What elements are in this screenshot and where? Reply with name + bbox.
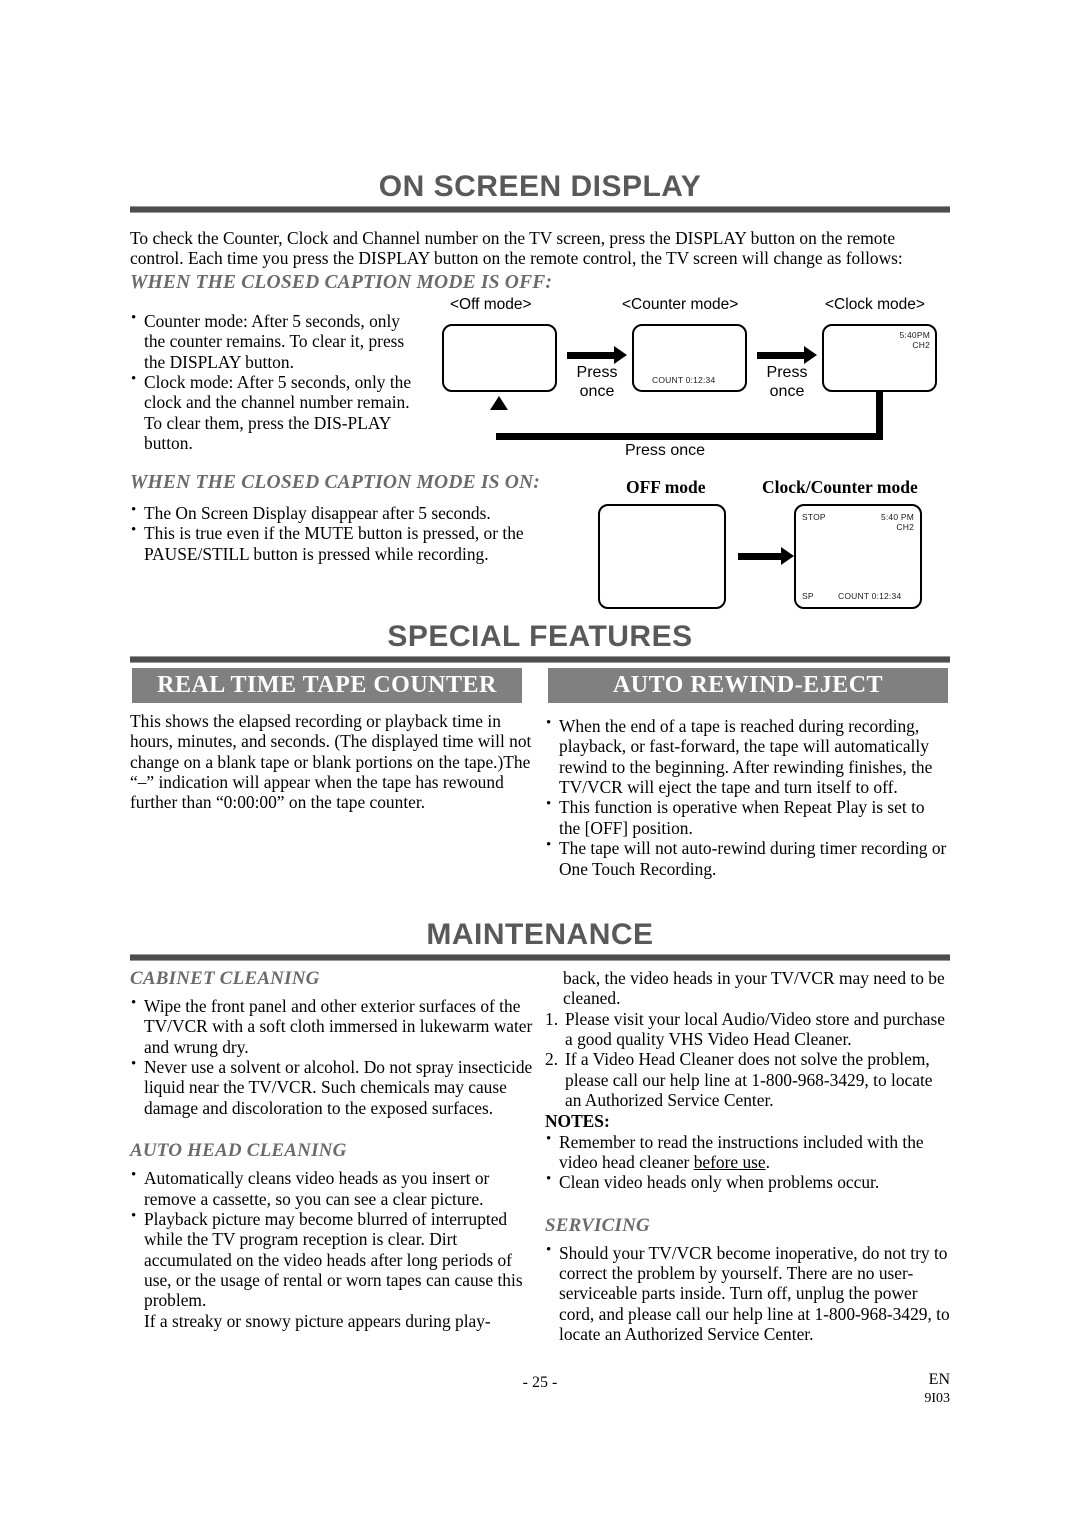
- servicing-bullet-list: Should your TV/VCR become inoperative, d…: [545, 1242, 950, 1345]
- list-item: Never use a solvent or alcohol. Do not s…: [130, 1056, 542, 1118]
- list-item: Playback picture may become blurred of i…: [130, 1208, 542, 1311]
- osd-clock-channel-2: CH2: [896, 522, 914, 532]
- list-item: Clean video heads only when problems occ…: [545, 1171, 950, 1192]
- maintenance-right-column: back, the video heads in your TV/VCR may…: [545, 968, 950, 1344]
- footer-lang: EN: [928, 1371, 950, 1388]
- subheading-servicing: SERVICING: [545, 1214, 650, 1236]
- section-maintenance: MAINTENANCE: [130, 920, 950, 961]
- tv-screen-clock-mode: 5:40PM CH2: [822, 324, 937, 392]
- notes-bullet-list: Remember to read the instructions includ…: [545, 1131, 950, 1193]
- list-item: Wipe the front panel and other exterior …: [130, 995, 542, 1057]
- list-item: This is true even if the MUTE button is …: [130, 522, 585, 564]
- list-item: When the end of a tape is reached during…: [545, 715, 950, 797]
- tv-label-off-mode: <Off mode>: [450, 296, 532, 313]
- subheading-cc-on: WHEN THE CLOSED CAPTION MODE IS ON:: [130, 472, 541, 493]
- list-item: Automatically cleans video heads as you …: [130, 1167, 542, 1209]
- tv-label-clock-mode: <Clock mode>: [825, 296, 925, 313]
- once-word: once: [769, 382, 805, 400]
- list-item: Remember to read the instructions includ…: [545, 1131, 950, 1173]
- loop-segment-horizontal: [496, 433, 883, 440]
- auto-rewind-eject-bullet-list: When the end of a tape is reached during…: [545, 715, 950, 879]
- loop-arrow-up-icon: [490, 396, 508, 410]
- banner-real-time-tape-counter: REAL TIME TAPE COUNTER: [132, 668, 522, 703]
- maintenance-continuation-text: back, the video heads in your TV/VCR may…: [563, 968, 945, 1009]
- osd-counter-value-2: COUNT 0:12:34: [838, 591, 902, 601]
- osd-counter-value: COUNT 0:12:34: [652, 375, 716, 385]
- diagram-cc-on-mode: OFF mode Clock/Counter mode STOP 5:40 PM…: [598, 477, 950, 617]
- real-time-tape-counter-body: This shows the elapsed recording or play…: [130, 711, 532, 813]
- auto-head-cleaning-bullet-list: Automatically cleans video heads as you …: [130, 1167, 542, 1311]
- press-word: Press: [766, 364, 808, 381]
- list-item: Should your TV/VCR become inoperative, d…: [545, 1242, 950, 1345]
- tv-screen-off-mode: [442, 324, 557, 392]
- title-divider: [130, 954, 950, 961]
- list-item: If a Video Head Cleaner does not solve t…: [545, 1049, 933, 1111]
- arrow-counter-to-clock: [757, 346, 817, 364]
- title-divider: [130, 206, 950, 213]
- tv-label-counter-mode: <Counter mode>: [622, 296, 739, 313]
- subheading-cabinet-cleaning: CABINET CLEANING: [130, 968, 320, 989]
- banner-auto-rewind-eject: AUTO REWIND-EJECT: [548, 668, 948, 703]
- footer-language-code: EN 9I03: [924, 1370, 950, 1408]
- maintenance-left-column: CABINET CLEANING Wipe the front panel an…: [130, 968, 542, 1331]
- section-on-screen-display: ON SCREEN DISPLAY: [130, 172, 950, 213]
- tv-label-clock-counter-mode: Clock/Counter mode: [762, 477, 918, 497]
- list-item: The tape will not auto-rewind during tim…: [545, 837, 950, 879]
- subheading-auto-head-cleaning: AUTO HEAD CLEANING: [130, 1140, 347, 1162]
- diagram-cc-off-mode-cycle: <Off mode> <Counter mode> <Clock mode> P…: [440, 296, 950, 471]
- tv-screen-clock-counter-mode: STOP 5:40 PM CH2 SP COUNT 0:12:34: [794, 504, 922, 609]
- page-title-on-screen-display: ON SCREEN DISPLAY: [378, 170, 702, 203]
- osd-clock-channel: CH2: [912, 340, 930, 350]
- list-item: This function is operative when Repeat P…: [545, 796, 950, 838]
- osd-clock-time-2: 5:40 PM: [880, 512, 914, 522]
- notes-text-underlined: before use: [693, 1151, 766, 1172]
- auto-head-cleaning-tail-line: If a streaky or snowy picture appears du…: [144, 1310, 491, 1331]
- list-item: Please visit your local Audio/Video stor…: [545, 1008, 946, 1050]
- list-item: The On Screen Display disappear after 5 …: [130, 502, 585, 523]
- press-word: Press: [576, 364, 618, 381]
- press-once-label-2: Press once: [755, 364, 819, 402]
- tv-label-off-mode-bold: OFF mode: [626, 477, 706, 497]
- osd-speed-sp: SP: [802, 591, 814, 601]
- list-item: Counter mode: After 5 seconds, only the …: [130, 310, 425, 372]
- press-once-label-1: Press once: [565, 364, 629, 402]
- notes-text-post: .: [765, 1151, 771, 1172]
- page-title-special-features: SPECIAL FEATURES: [387, 620, 693, 653]
- subheading-cc-off: WHEN THE CLOSED CAPTION MODE IS OFF:: [130, 272, 553, 293]
- osd-intro-paragraph: To check the Counter, Clock and Channel …: [130, 228, 903, 269]
- video-head-cleaner-steps: Please visit your local Audio/Video stor…: [545, 1009, 950, 1111]
- notes-label: NOTES:: [545, 1110, 610, 1131]
- section-special-features: SPECIAL FEATURES: [130, 622, 950, 663]
- osd-clock-time: 5:40PM: [899, 330, 930, 340]
- title-divider: [130, 656, 950, 663]
- tv-screen-counter-mode: COUNT 0:12:34: [632, 324, 747, 392]
- osd-cc-off-bullet-list: Counter mode: After 5 seconds, only the …: [130, 310, 425, 454]
- page-title-maintenance: MAINTENANCE: [426, 918, 654, 951]
- document-page: ON SCREEN DISPLAY To check the Counter, …: [130, 0, 950, 1528]
- osd-stop-indicator: STOP: [802, 512, 826, 522]
- arrow-off-to-clock-counter: [738, 547, 794, 565]
- press-once-loop-label: Press once: [624, 442, 706, 459]
- footer-page-number: - 25 -: [522, 1374, 558, 1391]
- footer-doc-code: 9I03: [924, 1391, 950, 1406]
- osd-cc-on-bullet-list: The On Screen Display disappear after 5 …: [130, 502, 585, 564]
- list-item: Clock mode: After 5 seconds, only the cl…: [130, 371, 425, 453]
- arrow-off-to-counter: [567, 346, 627, 364]
- once-word: once: [579, 382, 615, 400]
- tv-screen-off-mode-2: [598, 504, 726, 609]
- cabinet-cleaning-bullet-list: Wipe the front panel and other exterior …: [130, 995, 542, 1118]
